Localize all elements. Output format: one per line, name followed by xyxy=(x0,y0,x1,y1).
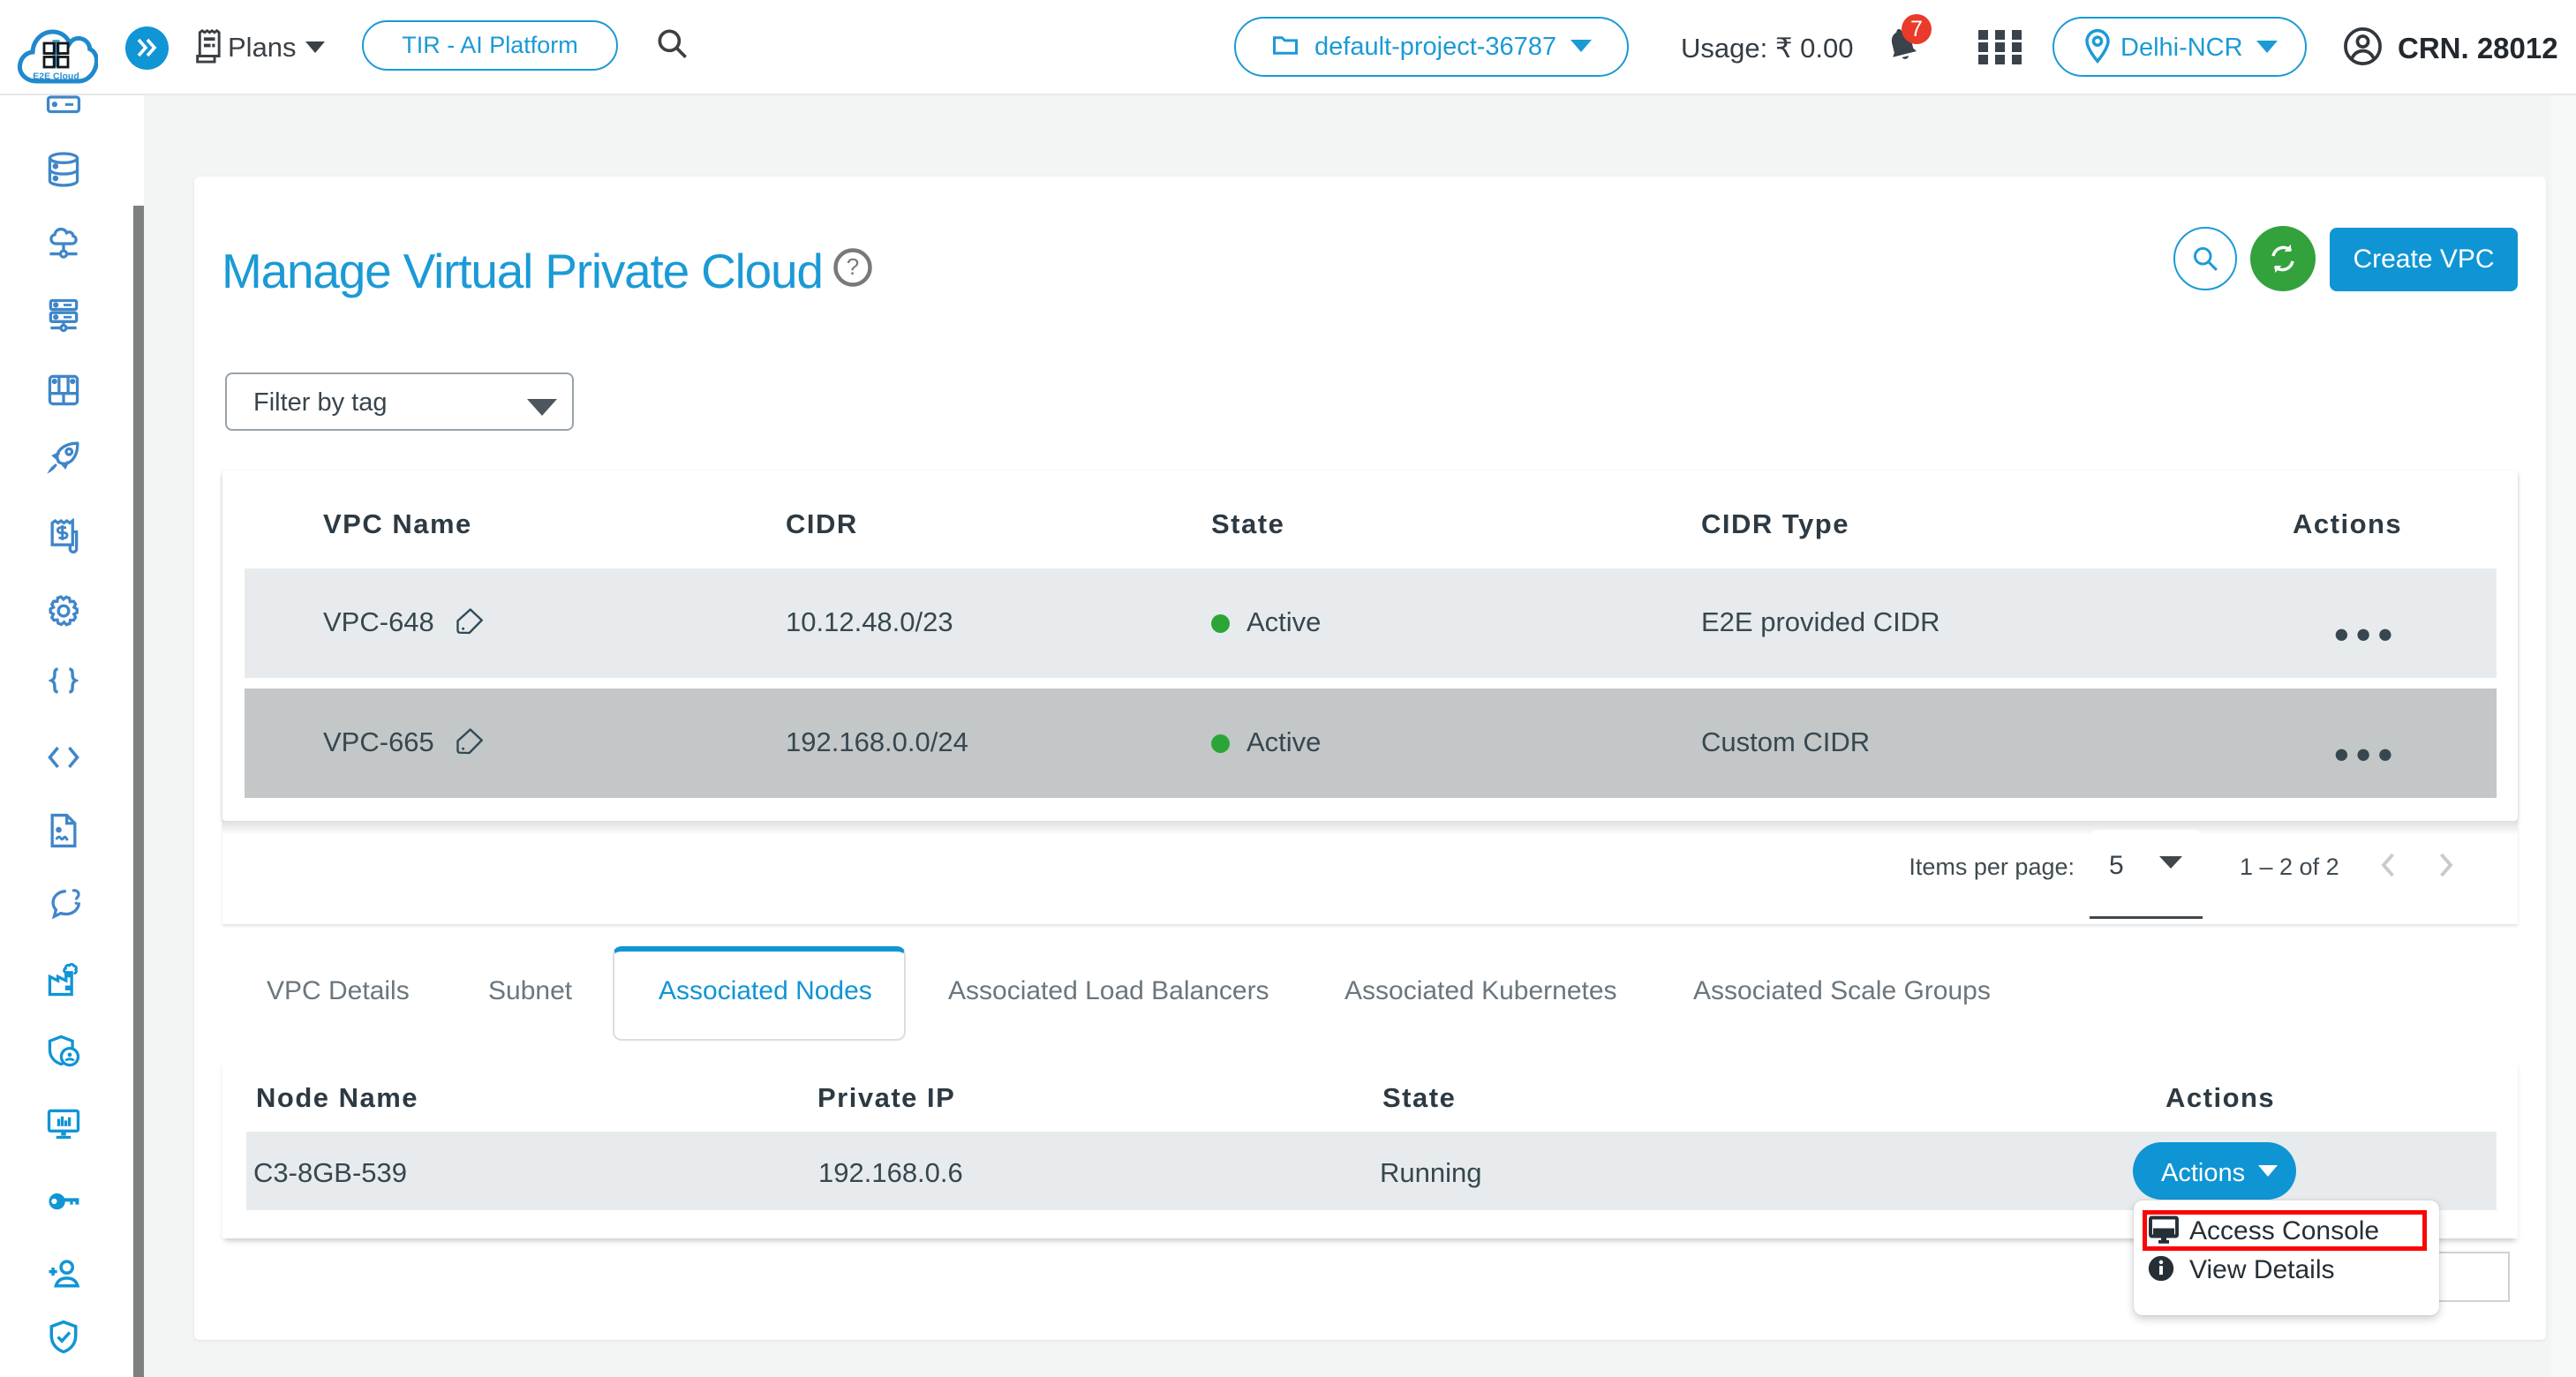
svg-text:?: ? xyxy=(847,253,859,280)
svg-text:E2E Cloud: E2E Cloud xyxy=(33,71,79,82)
